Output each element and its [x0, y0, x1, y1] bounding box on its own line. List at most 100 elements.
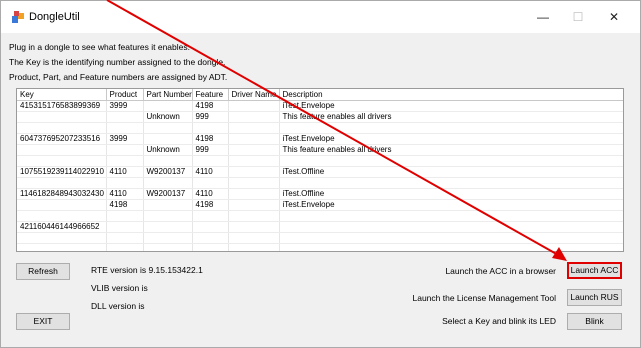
table-cell: iTest.Offline [279, 188, 623, 200]
rte-version: RTE version is 9.15.153422.1 [91, 265, 203, 275]
blink-button[interactable]: Blink [567, 313, 622, 330]
table-row[interactable]: Unknown 999 This feature enables all drive… [17, 144, 623, 156]
table-cell [106, 111, 144, 123]
column-header-feature[interactable]: Feature [192, 89, 229, 101]
table-cell: 4198 [192, 100, 229, 112]
table-cell [143, 210, 193, 222]
table-row[interactable]: 421160446144966652 [17, 221, 623, 233]
table-cell [106, 144, 144, 156]
table-row[interactable]: 604737695207233516 3999 4198 iTest.Envelope [17, 133, 623, 145]
table-cell [228, 155, 280, 167]
table-cell [143, 243, 193, 251]
column-header-driver-name[interactable]: Driver Name [228, 89, 280, 101]
launch-rus-button[interactable]: Launch RUS [567, 289, 622, 306]
table-row[interactable]: 4198 4198 iTest.Envelope [17, 199, 623, 211]
table-cell [279, 155, 623, 167]
table-row[interactable] [17, 177, 623, 189]
table-cell [192, 210, 229, 222]
table-cell [17, 232, 107, 244]
table-cell: W9200137 [143, 166, 193, 178]
launch-acc-button[interactable]: Launch ACC [567, 262, 622, 279]
title-bar: DongleUtil — ☐ ✕ [1, 1, 640, 33]
table-cell: 4198 [192, 133, 229, 145]
table-cell [106, 232, 144, 244]
table-cell: 4110 [192, 188, 229, 200]
table-cell [279, 232, 623, 244]
table-cell: iTest.Envelope [279, 133, 623, 145]
table-cell [106, 177, 144, 189]
minimize-button[interactable]: — [528, 7, 558, 27]
table-cell [228, 188, 280, 200]
table-cell [228, 122, 280, 134]
table-cell: 1146182848943032430 [17, 188, 107, 200]
table-row[interactable] [17, 243, 623, 251]
maximize-button[interactable]: ☐ [563, 7, 593, 27]
table-cell: 4198 [192, 199, 229, 211]
table-cell [228, 210, 280, 222]
table-cell [228, 133, 280, 145]
table-cell [228, 243, 280, 251]
table-cell [17, 122, 107, 134]
table-cell [228, 177, 280, 189]
table-row[interactable]: 1146182848943032430 4110 W9200137 4110 iTest… [17, 188, 623, 200]
table-cell [143, 221, 193, 233]
table-cell [17, 144, 107, 156]
table-cell [17, 243, 107, 251]
table-cell [279, 210, 623, 222]
dongleutil-window: DongleUtil — ☐ ✕ Plug in a dongle to see… [0, 0, 641, 348]
table-cell: 4198 [106, 199, 144, 211]
table-cell [192, 177, 229, 189]
table-cell: 4110 [106, 188, 144, 200]
intro-line-2: The Key is the identifying number assign… [9, 57, 226, 67]
table-row[interactable] [17, 210, 623, 222]
table-cell [106, 243, 144, 251]
dongle-table[interactable]: Key Product Part Number Feature Driver N… [16, 88, 624, 252]
column-header-product[interactable]: Product [106, 89, 144, 101]
table-cell [228, 221, 280, 233]
exit-button[interactable]: EXIT [16, 313, 70, 330]
table-cell [106, 155, 144, 167]
close-button[interactable]: ✕ [599, 7, 629, 27]
table-cell: iTest.Envelope [279, 199, 623, 211]
table-cell [279, 243, 623, 251]
launch-rus-label: Launch the License Management Tool [412, 293, 557, 303]
table-cell [228, 144, 280, 156]
table-cell: Unknown [143, 144, 193, 156]
table-row[interactable] [17, 122, 623, 134]
table-cell [17, 210, 107, 222]
table-cell: iTest.Envelope [279, 100, 623, 112]
table-row[interactable]: 415315176583899369 3999 4198 iTest.Envelope [17, 100, 623, 112]
refresh-button[interactable]: Refresh [16, 263, 70, 280]
table-cell: 3999 [106, 133, 144, 145]
column-header-key[interactable]: Key [17, 89, 107, 101]
table-cell [279, 221, 623, 233]
table-row[interactable] [17, 232, 623, 244]
table-cell [228, 166, 280, 178]
table-cell [106, 122, 144, 134]
table-cell: This feature enables all drivers [279, 111, 623, 123]
intro-line-3: Product, Part, and Feature numbers are a… [9, 72, 228, 82]
table-cell [228, 199, 280, 211]
table-cell [228, 111, 280, 123]
column-header-part-number[interactable]: Part Number [143, 89, 193, 101]
table-cell [143, 232, 193, 244]
table-cell: 415315176583899369 [17, 100, 107, 112]
blink-label: Select a Key and blink its LED [442, 316, 556, 326]
table-row[interactable] [17, 155, 623, 167]
table-cell [17, 155, 107, 167]
intro-line-1: Plug in a dongle to see what features it… [9, 42, 190, 52]
window-title: DongleUtil [29, 11, 80, 23]
table-cell [279, 177, 623, 189]
table-cell [143, 177, 193, 189]
table-cell: Unknown [143, 111, 193, 123]
table-cell: This feature enables all drivers [279, 144, 623, 156]
table-cell: 3999 [106, 100, 144, 112]
table-cell [279, 122, 623, 134]
table-cell [192, 155, 229, 167]
table-row[interactable]: 1075519239114022910 4110 W9200137 4110 iTest… [17, 166, 623, 178]
launch-acc-label: Launch the ACC in a browser [445, 266, 556, 276]
table-cell: 999 [192, 144, 229, 156]
table-cell [143, 122, 193, 134]
table-row[interactable]: Unknown 999 This feature enables all drive… [17, 111, 623, 123]
column-header-description[interactable]: Description [279, 89, 623, 101]
